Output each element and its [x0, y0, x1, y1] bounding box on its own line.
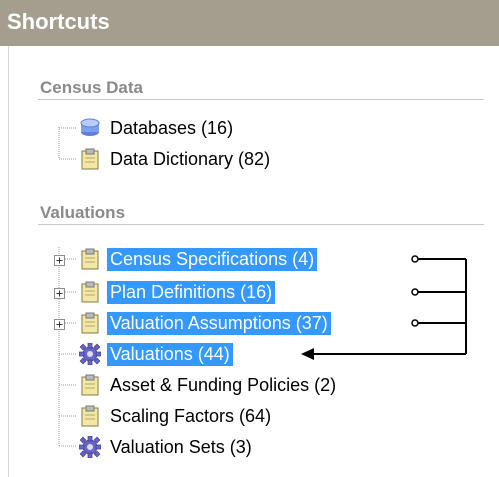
- gear-icon: [78, 435, 102, 459]
- tree-item-census-specifications[interactable]: Census Specifications (4): [79, 246, 318, 272]
- tree-item-valuation-assumptions[interactable]: Valuation Assumptions (37): [79, 310, 331, 336]
- tree-item-scaling-factors[interactable]: Scaling Factors (64): [79, 403, 274, 429]
- clipboard-icon: [79, 248, 101, 270]
- tree-item-asset-funding-policies[interactable]: Asset & Funding Policies (2): [79, 372, 339, 398]
- expand-valuation-assumptions[interactable]: [54, 317, 65, 330]
- expand-census-specifications[interactable]: [54, 253, 65, 266]
- clipboard-icon: [79, 405, 101, 427]
- tree-item-label: Census Specifications (4): [107, 247, 318, 271]
- clipboard-icon: [79, 148, 101, 170]
- tree-item-label: Scaling Factors (64): [110, 405, 272, 426]
- tree-item-label: Data Dictionary (82): [110, 148, 271, 169]
- expand-plan-definitions[interactable]: [54, 286, 65, 299]
- gear-icon: [78, 342, 102, 366]
- tree-item-label: Databases (16): [110, 117, 234, 138]
- tree-item-plan-definitions[interactable]: Plan Definitions (16): [79, 279, 276, 305]
- tree-item-label: Valuation Assumptions (37): [107, 311, 331, 335]
- tree-item-label: Valuation Sets (3): [110, 436, 252, 457]
- tree-item-valuations[interactable]: Valuations (44): [78, 341, 233, 367]
- tree-item-databases[interactable]: Databases (16): [79, 115, 236, 141]
- clipboard-icon: [79, 312, 101, 334]
- clipboard-icon: [79, 374, 101, 396]
- database-icon: [79, 117, 101, 139]
- clipboard-icon: [79, 281, 101, 303]
- tree-item-label: Asset & Funding Policies (2): [110, 374, 337, 395]
- tree-item-data-dictionary[interactable]: Data Dictionary (82): [79, 146, 273, 172]
- tree-item-label: Valuations (44): [107, 342, 233, 366]
- tree-item-valuation-sets[interactable]: Valuation Sets (3): [78, 434, 255, 460]
- tree-item-label: Plan Definitions (16): [107, 280, 276, 304]
